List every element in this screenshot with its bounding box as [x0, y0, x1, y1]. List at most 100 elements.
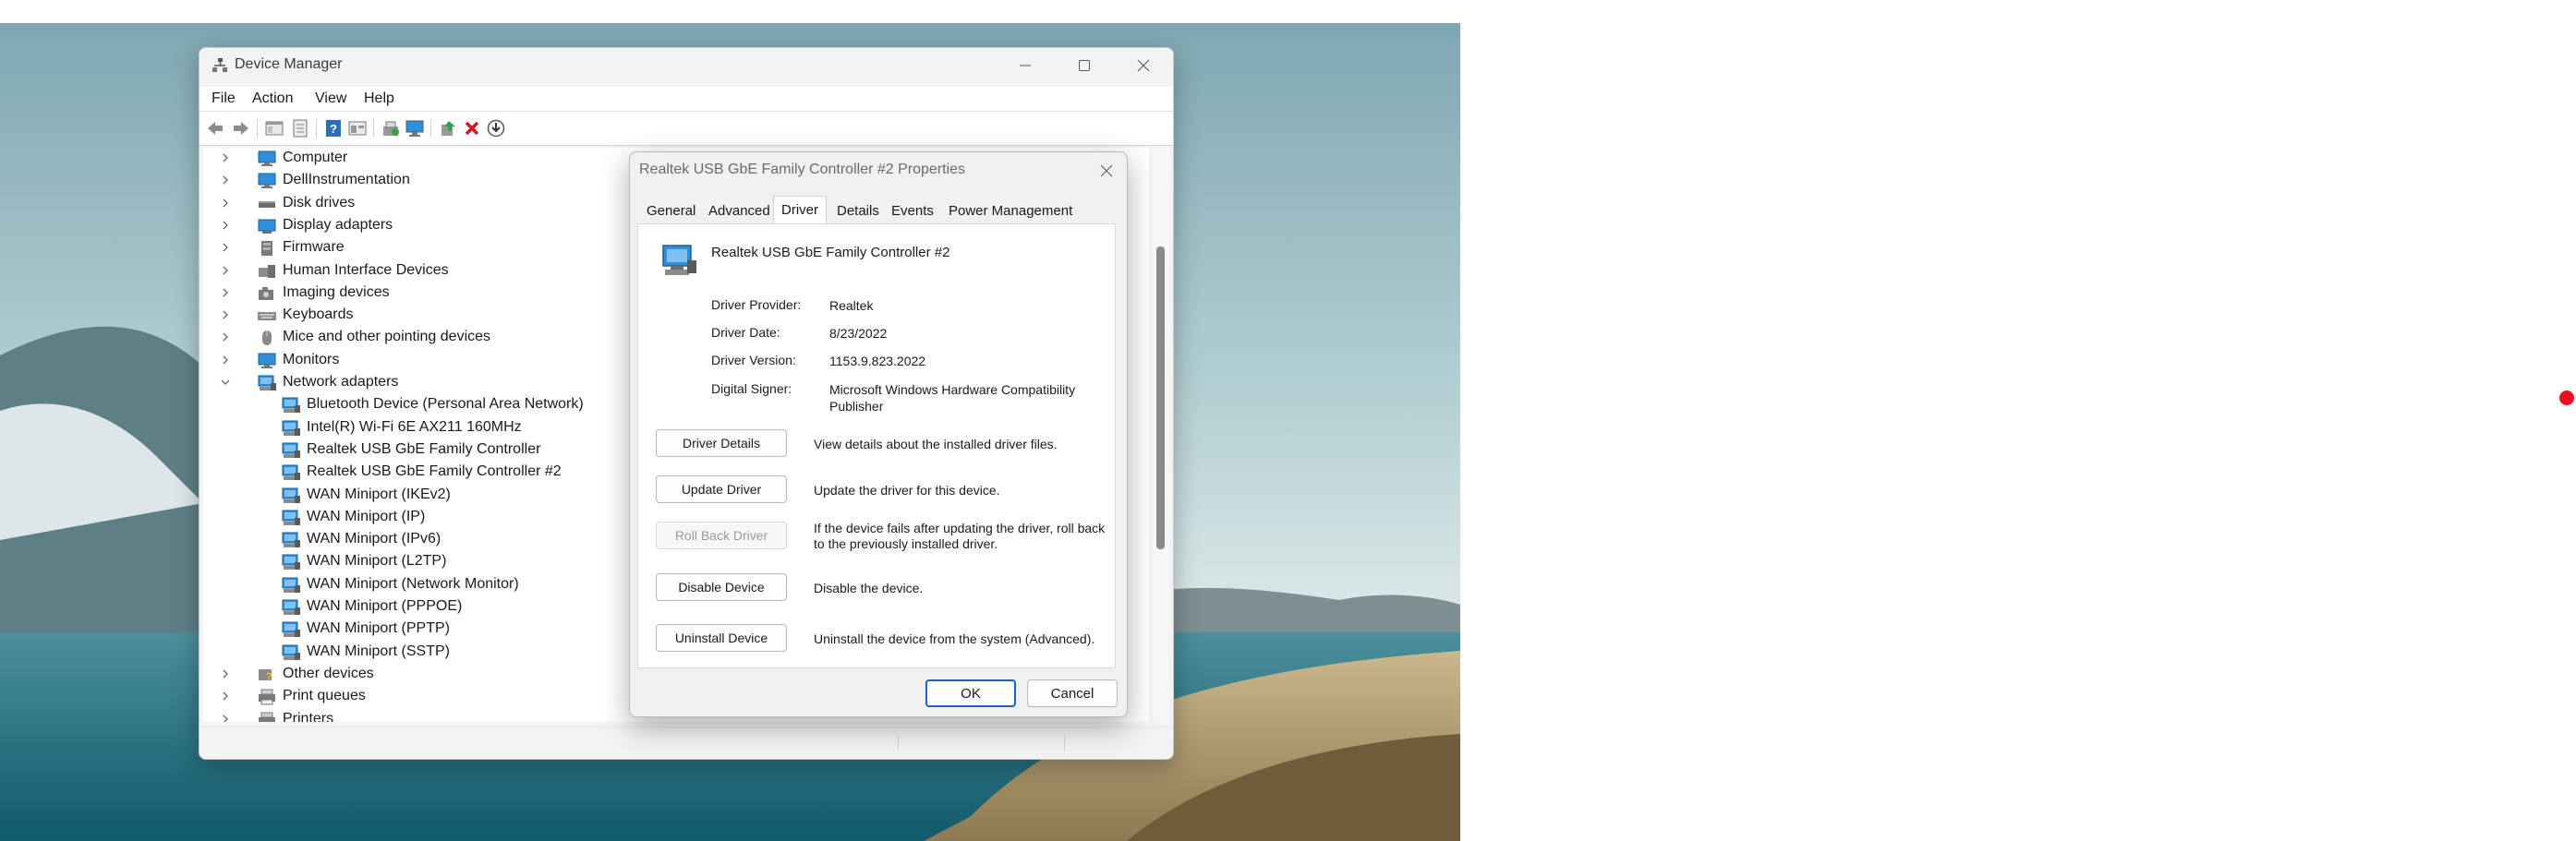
- driver-details-button[interactable]: Driver Details: [656, 429, 787, 457]
- cancel-button[interactable]: Cancel: [1027, 679, 1118, 707]
- device-name: Realtek USB GbE Family Controller #2: [711, 245, 950, 260]
- menu-view[interactable]: View: [309, 90, 352, 108]
- menu-action[interactable]: Action: [247, 90, 298, 108]
- ok-button[interactable]: OK: [925, 679, 1016, 707]
- roll-back-driver-button[interactable]: Roll Back Driver: [656, 522, 787, 549]
- display-adapter-icon: [258, 219, 276, 234]
- close-icon: [1100, 164, 1113, 177]
- camera-icon: [259, 287, 273, 300]
- minimize-button[interactable]: [996, 48, 1055, 83]
- chevron-right-icon[interactable]: [218, 150, 233, 165]
- chevron-right-icon[interactable]: [218, 712, 233, 722]
- properties-dialog: Realtek USB GbE Family Controller #2 Pro…: [629, 151, 1128, 717]
- tree-item-label: WAN Miniport (PPPOE): [307, 598, 463, 614]
- uninstall-device-button[interactable]: Uninstall Device: [656, 624, 787, 652]
- tree-item-label: WAN Miniport (Network Monitor): [307, 576, 519, 592]
- close-icon: [1137, 59, 1150, 72]
- monitor-icon: [258, 353, 276, 368]
- tree-item-label: Disk drives: [283, 195, 356, 210]
- network-adapter-icon: [282, 397, 300, 413]
- chevron-down-icon[interactable]: [218, 375, 233, 390]
- disable-device-button[interactable]: Disable Device: [656, 573, 787, 601]
- network-adapter-icon: [282, 554, 300, 570]
- tab-general[interactable]: General: [647, 203, 695, 219]
- tab-details[interactable]: Details: [837, 203, 879, 219]
- chevron-right-icon[interactable]: [218, 263, 233, 278]
- toolbar-separator: [316, 119, 317, 138]
- tree-item-label: Other devices: [283, 666, 374, 681]
- scrollbar-thumb[interactable]: [1156, 246, 1165, 549]
- chevron-right-icon[interactable]: [218, 218, 233, 233]
- tab-events[interactable]: Events: [891, 203, 934, 219]
- tab-driver[interactable]: Driver: [773, 196, 827, 223]
- chevron-right-icon[interactable]: [218, 240, 233, 255]
- svg-text:?: ?: [330, 122, 337, 136]
- chevron-right-icon[interactable]: [218, 330, 233, 344]
- monitor-icon: [258, 150, 276, 166]
- tree-item-label: Bluetooth Device (Personal Area Network): [307, 396, 584, 412]
- chevron-right-icon[interactable]: [218, 307, 233, 322]
- network-adapter-icon: [282, 464, 300, 480]
- tree-item-label: DellInstrumentation: [283, 172, 410, 187]
- chevron-right-icon[interactable]: [218, 196, 233, 210]
- chevron-right-icon[interactable]: [218, 667, 233, 681]
- digital-signer-value: Microsoft Windows Hardware Compatibility…: [829, 382, 1076, 414]
- back-arrow-icon[interactable]: [205, 118, 225, 138]
- tree-item-label: WAN Miniport (L2TP): [307, 553, 447, 569]
- toolbar: ?: [200, 112, 1173, 146]
- title-bar[interactable]: Device Manager: [200, 48, 1173, 83]
- chevron-right-icon[interactable]: [218, 689, 233, 703]
- mouse-icon: [262, 330, 272, 345]
- menu-help[interactable]: Help: [358, 90, 400, 108]
- menu-bar: File Action View Help: [200, 87, 1173, 112]
- update-driver-icon[interactable]: [381, 118, 401, 138]
- update-driver-button[interactable]: Update Driver: [656, 475, 787, 503]
- driver-date-value: 8/23/2022: [829, 326, 888, 341]
- tab-advanced[interactable]: Advanced: [708, 203, 770, 219]
- roll-back-driver-description: If the device fails after updating the d…: [814, 521, 1106, 551]
- tree-item-label: Imaging devices: [283, 284, 390, 300]
- show-hide-tree-icon[interactable]: [264, 118, 284, 138]
- driver-date-label: Driver Date:: [711, 325, 780, 340]
- network-adapter-icon: [282, 420, 300, 436]
- digital-signer-label: Digital Signer:: [711, 381, 792, 396]
- dialog-close-button[interactable]: [1094, 158, 1119, 184]
- view-resources-icon[interactable]: [347, 118, 368, 138]
- chevron-right-icon[interactable]: [218, 353, 233, 367]
- toolbar-separator: [430, 119, 431, 138]
- chevron-right-icon[interactable]: [218, 173, 233, 187]
- network-adapter-icon: [282, 644, 300, 660]
- help-icon[interactable]: ?: [323, 118, 344, 138]
- uninstall-device-icon[interactable]: [462, 118, 482, 138]
- tab-power-management[interactable]: Power Management: [949, 203, 1072, 219]
- chevron-right-icon[interactable]: [218, 285, 233, 300]
- device-manager-app-icon: [212, 58, 227, 72]
- download-driver-icon[interactable]: [486, 118, 506, 138]
- window-title: Device Manager: [235, 56, 343, 72]
- enable-device-icon[interactable]: [438, 118, 458, 138]
- toolbar-separator: [373, 119, 374, 138]
- maximize-button[interactable]: [1055, 48, 1114, 83]
- network-adapter-icon: [282, 510, 300, 525]
- driver-provider-value: Realtek: [829, 298, 874, 313]
- network-adapter-icon: [282, 487, 300, 503]
- tree-item-label: Realtek USB GbE Family Controller #2: [307, 463, 562, 479]
- properties-icon[interactable]: [290, 118, 310, 138]
- maximize-icon: [1079, 60, 1090, 71]
- dialog-title: Realtek USB GbE Family Controller #2 Pro…: [639, 162, 966, 177]
- menu-file[interactable]: File: [206, 90, 241, 108]
- network-adapter-icon: [282, 442, 300, 458]
- close-button[interactable]: [1114, 48, 1173, 83]
- network-adapter-icon: [282, 532, 300, 547]
- uninstall-device-description: Uninstall the device from the system (Ad…: [814, 631, 1095, 646]
- hid-icon: [259, 265, 275, 278]
- driver-provider-label: Driver Provider:: [711, 297, 802, 312]
- network-adapter-icon: [258, 375, 276, 390]
- toolbar-separator: [257, 119, 258, 138]
- printer-icon: [259, 712, 275, 722]
- forward-arrow-icon[interactable]: [231, 118, 251, 138]
- tree-item-label: WAN Miniport (IP): [307, 509, 426, 524]
- status-bar: [200, 727, 1173, 759]
- tree-item-label: Printers: [283, 711, 334, 722]
- scan-hardware-icon[interactable]: [405, 118, 425, 138]
